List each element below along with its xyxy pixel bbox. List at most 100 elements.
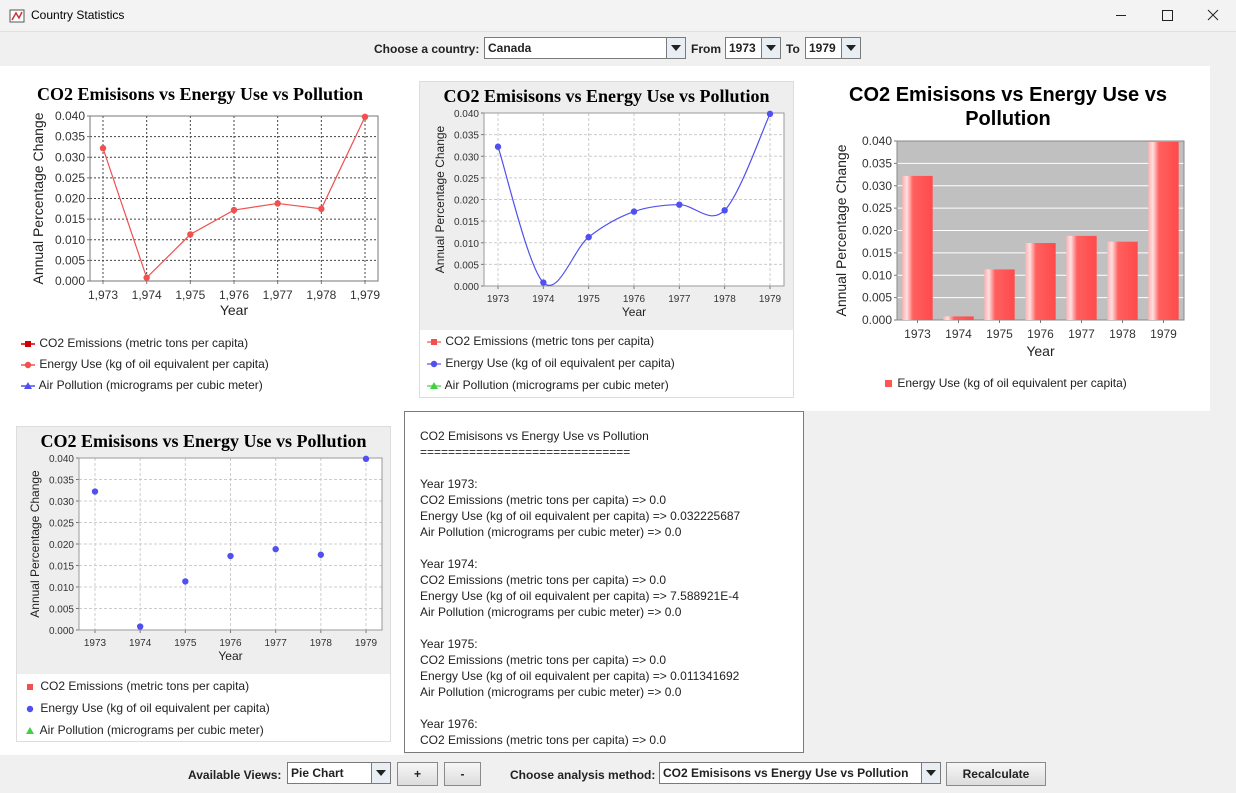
recalculate-button[interactable]: Recalculate	[946, 762, 1046, 786]
country-label: Choose a country:	[374, 42, 480, 56]
x-tick-label: 1973	[84, 638, 107, 649]
y-tick-label: 0.010	[862, 268, 892, 282]
chevron-down-icon[interactable]	[371, 763, 390, 783]
energy-legend-label: Energy Use (kg of oil equivalent per cap…	[445, 356, 675, 370]
chart-legend: CO2 Emissions (metric tons per capita) E…	[20, 334, 380, 400]
data-point	[136, 623, 144, 630]
x-axis-label: Year	[218, 649, 242, 663]
y-tick-label: 0.030	[55, 150, 85, 164]
spline-chart-panel: CO2 Emisisons vs Energy Use vs Pollution…	[419, 81, 794, 398]
co2-legend-label: CO2 Emissions (metric tons per capita)	[445, 334, 655, 348]
y-tick-label: 0.000	[49, 626, 74, 637]
y-axis-label: Annual Percentage Change	[28, 470, 42, 618]
data-point	[362, 455, 370, 463]
bar	[1066, 235, 1097, 320]
scatter-chart: 0.000 0.005 0.010 0.015 0.020 0.025 0.030 0.035…	[28, 454, 383, 663]
air-legend-label: Air Pollution (micrograms per cubic mete…	[444, 378, 669, 392]
y-tick-label: 0.040	[862, 134, 892, 148]
data-point	[766, 110, 774, 118]
x-axis-label: Year	[1026, 343, 1055, 359]
y-tick-label: 0.005	[55, 253, 85, 267]
chart-legend: CO2 Emissions (metric tons per capita) E…	[420, 330, 793, 397]
y-tick-label: 0.015	[862, 246, 892, 260]
data-point	[187, 231, 194, 238]
y-tick-label: 0.020	[55, 192, 85, 206]
chevron-down-icon[interactable]	[666, 38, 685, 58]
y-tick-label: 0.005	[49, 605, 74, 616]
view-value: Pie Chart	[291, 766, 344, 780]
data-point	[361, 113, 369, 121]
energy-legend-icon	[885, 379, 892, 387]
remove-view-button[interactable]: -	[444, 762, 481, 786]
x-tick-label: 1978	[714, 294, 737, 305]
maximize-button[interactable]	[1144, 0, 1190, 31]
report-line: Year 1974:	[420, 557, 478, 571]
data-point	[274, 200, 281, 207]
x-axis-label: Year	[622, 305, 646, 319]
data-point	[721, 207, 728, 214]
from-year-select[interactable]: 1973	[725, 37, 781, 59]
chevron-down-icon[interactable]	[841, 38, 860, 58]
from-label: From	[691, 42, 721, 56]
co2-legend-icon	[427, 338, 441, 345]
air-legend-label: Air Pollution (micrograms per cubic mete…	[38, 378, 263, 392]
y-tick-label: 0.035	[55, 130, 85, 144]
report-textarea[interactable]: CO2 Emisisons vs Energy Use vs Pollution…	[404, 411, 804, 753]
y-tick-label: 0.025	[454, 174, 479, 185]
to-year-select[interactable]: 1979	[805, 37, 861, 59]
energy-legend-label: Energy Use (kg of oil equivalent per cap…	[897, 376, 1127, 390]
minimize-button[interactable]	[1098, 0, 1144, 31]
data-point	[143, 274, 150, 281]
line-chart-panel: CO2 Emisisons vs Energy Use vs Pollution…	[10, 80, 390, 400]
from-year-value: 1973	[729, 41, 756, 55]
data-point	[630, 208, 638, 215]
x-tick-label: 1978	[1109, 327, 1136, 341]
data-point	[272, 545, 279, 553]
y-tick-label: 0.010	[454, 239, 479, 250]
data-point	[317, 551, 325, 558]
y-tick-label: 0.000	[55, 274, 85, 288]
x-tick-label: 1974	[532, 294, 555, 305]
y-tick-label: 0.010	[49, 583, 74, 594]
data-point	[676, 201, 683, 208]
x-tick-label: 1,976	[219, 288, 249, 302]
x-tick-label: 1,973	[88, 288, 118, 302]
chevron-down-icon[interactable]	[761, 38, 780, 58]
x-tick-label: 1974	[945, 327, 972, 341]
x-tick-label: 1974	[129, 638, 152, 649]
y-tick-label: 0.025	[49, 519, 74, 530]
y-tick-label: 0.005	[454, 260, 479, 271]
y-tick-label: 0.040	[454, 109, 479, 120]
x-tick-label: 1976	[1027, 327, 1054, 341]
y-tick-label: 0.000	[862, 313, 892, 327]
views-label: Available Views:	[188, 768, 282, 782]
y-tick-label: 0.040	[55, 109, 85, 123]
y-tick-label: 0.030	[49, 497, 74, 508]
to-label: To	[786, 42, 800, 56]
add-view-button[interactable]: +	[397, 762, 438, 786]
close-button[interactable]	[1190, 0, 1236, 31]
y-tick-label: 0.015	[454, 217, 479, 228]
chevron-down-icon[interactable]	[921, 763, 940, 783]
x-tick-label: 1976	[219, 638, 242, 649]
report-line: Air Pollution (micrograms per cubic mete…	[420, 605, 682, 619]
report-line: ==============================	[420, 445, 631, 459]
x-tick-label: 1,975	[175, 288, 205, 302]
country-select[interactable]: Canada	[484, 37, 686, 59]
data-point	[230, 206, 238, 214]
x-tick-label: 1973	[904, 327, 931, 341]
y-tick-label: 0.010	[55, 233, 85, 247]
close-icon	[1207, 9, 1219, 21]
method-select[interactable]: CO2 Emisisons vs Energy Use vs Pollution	[659, 762, 941, 784]
data-point	[99, 144, 107, 152]
report-line: Air Pollution (micrograms per cubic mete…	[420, 525, 682, 539]
view-select[interactable]: Pie Chart	[287, 762, 391, 784]
air-legend-label: Air Pollution (micrograms per cubic mete…	[39, 723, 264, 737]
co2-legend-label: CO2 Emissions (metric tons per capita)	[40, 679, 250, 693]
energy-legend-label: Energy Use (kg of oil equivalent per cap…	[40, 701, 270, 715]
report-line: CO2 Emisisons vs Energy Use vs Pollution	[420, 429, 649, 443]
y-tick-label: 0.035	[49, 476, 74, 487]
data-point	[540, 279, 547, 286]
report-line: Energy Use (kg of oil equivalent per cap…	[420, 509, 741, 523]
y-tick-label: 0.020	[49, 540, 74, 551]
